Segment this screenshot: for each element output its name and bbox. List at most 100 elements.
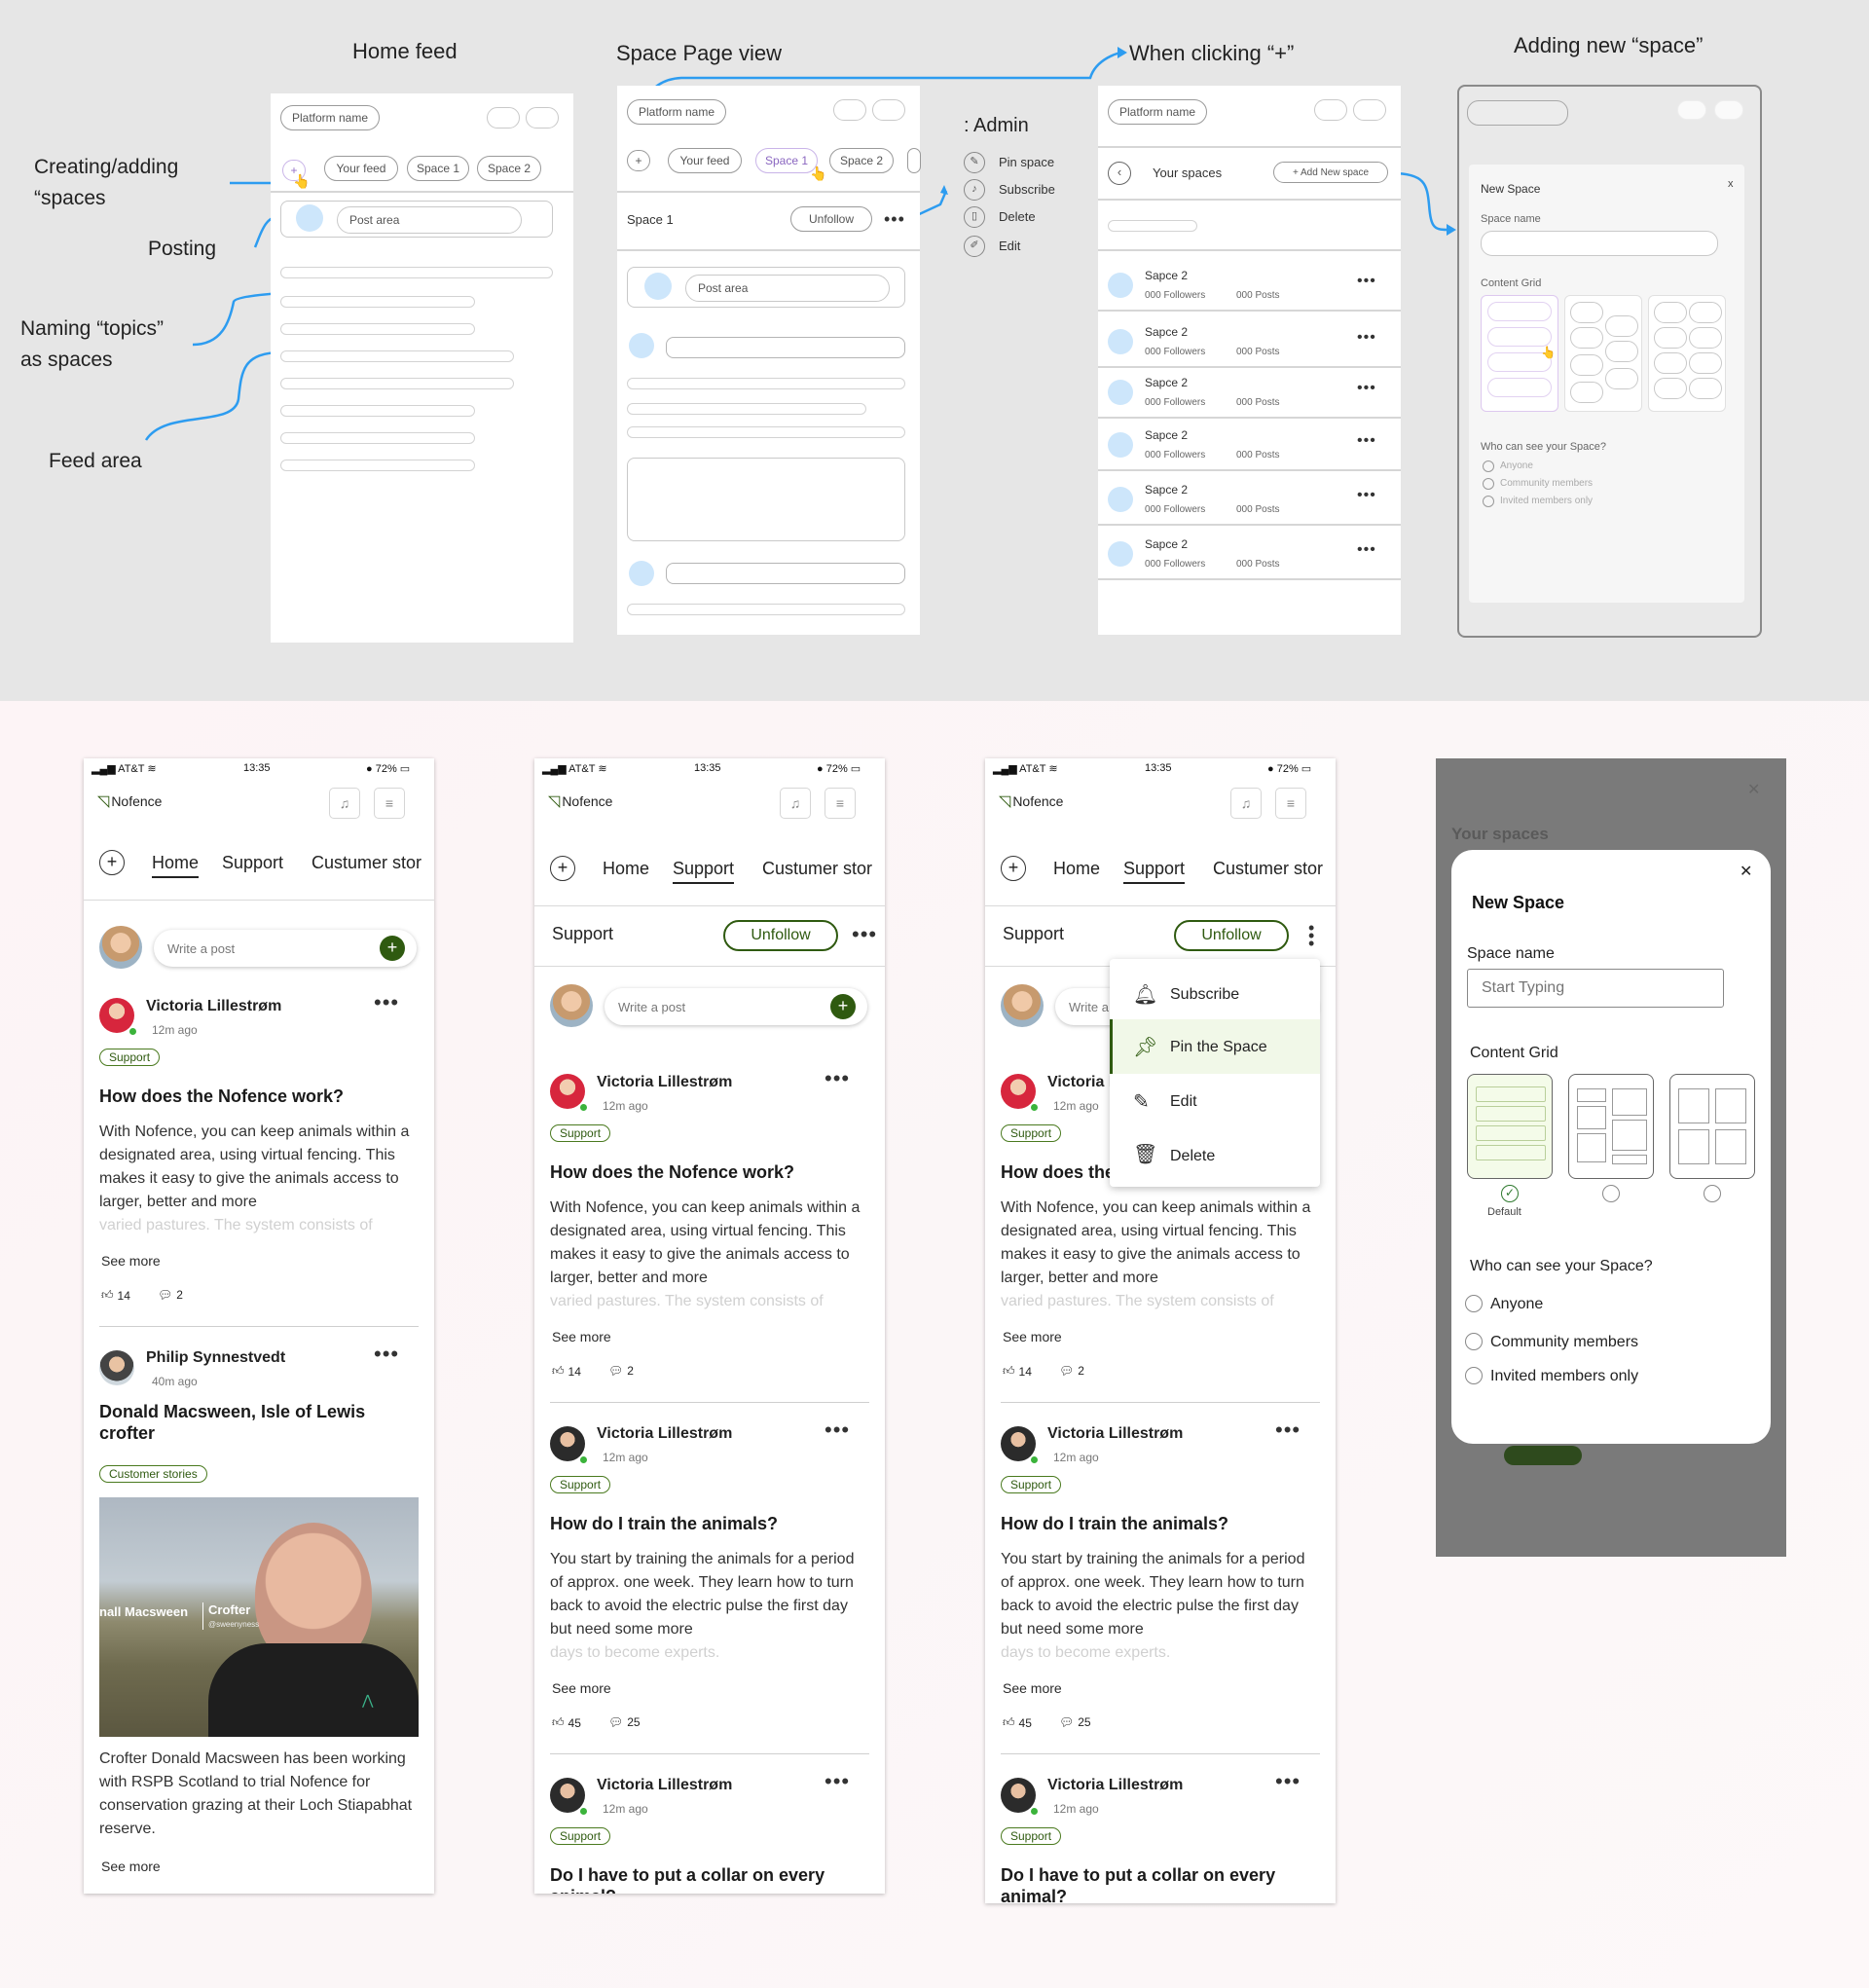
tab-home[interactable]: Home xyxy=(603,859,649,879)
wf-tab-your-feed[interactable]: Your feed xyxy=(668,148,742,173)
bell-icon[interactable]: ♫ xyxy=(329,788,360,819)
like-button[interactable]: 👍︎ 45 xyxy=(552,1715,581,1730)
wf-radio[interactable] xyxy=(1483,460,1494,472)
nofence-logo[interactable]: ◹ Nofence xyxy=(548,792,612,811)
wf-space-name[interactable]: Sapce 2 xyxy=(1145,428,1188,442)
wf-space-more-icon[interactable]: ••• xyxy=(1357,381,1376,396)
close-icon[interactable]: x xyxy=(1728,178,1734,190)
wf-header-btn[interactable] xyxy=(526,107,559,129)
see-more-link[interactable]: See more xyxy=(101,1253,161,1269)
space-name-input[interactable] xyxy=(1467,969,1724,1008)
wf-radio[interactable] xyxy=(1483,478,1494,490)
post-badge[interactable]: Support xyxy=(550,1124,611,1142)
new-post-button[interactable]: + xyxy=(380,936,405,961)
wf-header-btn[interactable] xyxy=(487,107,520,129)
menu-item-delete[interactable]: Delete xyxy=(1170,1148,1215,1165)
like-button[interactable]: 👍︎ 14 xyxy=(1003,1364,1032,1379)
wf-header-btn[interactable] xyxy=(872,99,905,121)
wf-space-more-icon[interactable]: ••• xyxy=(1357,330,1376,346)
grid-option-tiles[interactable] xyxy=(1669,1074,1755,1179)
tab-customer-stories[interactable]: Custumer stor xyxy=(312,853,421,873)
wf-more-icon[interactable]: ••• xyxy=(884,210,905,228)
close-icon[interactable]: ✕ xyxy=(1740,862,1752,881)
post-author[interactable]: Victoria Lillestrøm xyxy=(597,1425,732,1443)
wf-add-new-space[interactable]: + Add New space xyxy=(1273,162,1388,183)
kebab-icon[interactable]: • • • xyxy=(1308,919,1314,952)
see-more-link[interactable]: See more xyxy=(552,1329,611,1344)
like-button[interactable]: 👍︎ 45 xyxy=(1003,1715,1032,1730)
post-more-icon[interactable]: ••• xyxy=(825,1068,850,1089)
comment-button[interactable]: 💬︎ 25 xyxy=(1059,1715,1091,1729)
wf-space-name[interactable]: Sapce 2 xyxy=(1145,325,1188,339)
radio-anyone[interactable] xyxy=(1465,1295,1483,1312)
post-more-icon[interactable]: ••• xyxy=(1275,1419,1301,1441)
wf-header-btn[interactable] xyxy=(1314,99,1347,121)
wf-space-more-icon[interactable]: ••• xyxy=(1357,488,1376,503)
post-badge[interactable]: Support xyxy=(1001,1827,1062,1845)
tab-support[interactable]: Support xyxy=(673,859,735,884)
radio-community[interactable] xyxy=(1465,1333,1483,1350)
menu-item-pin[interactable]: Pin the Space xyxy=(1170,1039,1267,1056)
wf-radio[interactable] xyxy=(1483,496,1494,507)
bell-icon[interactable]: ♫ xyxy=(1230,788,1262,819)
new-post-button[interactable]: + xyxy=(830,994,856,1019)
wf-header-btn[interactable] xyxy=(833,99,866,121)
post-badge[interactable]: Customer stories xyxy=(99,1465,207,1483)
grid-option-mixed[interactable] xyxy=(1568,1074,1654,1179)
post-more-icon[interactable]: ••• xyxy=(825,1771,850,1792)
post-title[interactable]: Do I have to put a collar on every anima… xyxy=(1001,1864,1293,1903)
nofence-logo[interactable]: ◹ Nofence xyxy=(999,792,1063,811)
post-title[interactable]: Do I have to put a collar on every anima… xyxy=(550,1864,842,1894)
menu-item-subscribe[interactable]: Subscribe xyxy=(1170,986,1239,1004)
grid-radio-mixed[interactable] xyxy=(1602,1185,1620,1202)
post-more-icon[interactable]: ••• xyxy=(1275,1771,1301,1792)
wf-tab-space2[interactable]: Space 2 xyxy=(829,148,894,173)
wf-post-area[interactable]: Post area xyxy=(685,275,890,302)
menu-icon[interactable]: ≡ xyxy=(825,788,856,819)
wf-header-btn[interactable] xyxy=(1353,99,1386,121)
post-title[interactable]: How does the Nofence work? xyxy=(550,1161,871,1183)
tab-home[interactable]: Home xyxy=(1053,859,1100,879)
menu-icon[interactable]: ≡ xyxy=(1275,788,1306,819)
see-more-link[interactable]: See more xyxy=(1003,1680,1062,1696)
post-author[interactable]: Victoria Lillestrøm xyxy=(597,1777,732,1794)
wf-header-btn[interactable] xyxy=(1677,100,1706,120)
checkmark-icon[interactable]: ✓ xyxy=(1501,1185,1519,1202)
radio-invited[interactable] xyxy=(1465,1367,1483,1384)
wf-header-btn[interactable] xyxy=(1714,100,1743,120)
tab-support[interactable]: Support xyxy=(1123,859,1186,884)
post-badge[interactable]: Support xyxy=(1001,1476,1062,1493)
post-author[interactable]: Victoria Lillestrøm xyxy=(1047,1425,1183,1443)
comment-button[interactable]: 💬︎ 2 xyxy=(1059,1364,1084,1378)
wf-space-name-input[interactable] xyxy=(1481,231,1718,256)
post-title[interactable]: How does the Nofence work? xyxy=(99,1086,421,1107)
post-title[interactable]: How do I train the animals? xyxy=(550,1513,871,1534)
unfollow-button[interactable]: Unfollow xyxy=(1174,920,1289,951)
post-image[interactable]: ⋀ nall Macsween Crofter @sweenyness xyxy=(99,1497,419,1737)
wf-tab-your-feed[interactable]: Your feed xyxy=(324,156,398,181)
grid-option-list[interactable] xyxy=(1467,1074,1553,1179)
like-button[interactable]: 👍︎ 14 xyxy=(101,1288,130,1303)
wf-post-area[interactable]: Post area xyxy=(337,206,522,234)
wf-space-name[interactable]: Sapce 2 xyxy=(1145,269,1188,282)
post-author[interactable]: Victoria Lillestrøm xyxy=(1047,1777,1183,1794)
comment-button[interactable]: 💬︎ 25 xyxy=(608,1715,641,1729)
tab-home[interactable]: Home xyxy=(152,853,200,878)
space-more-icon[interactable]: ••• xyxy=(852,924,877,945)
see-more-link[interactable]: See more xyxy=(552,1680,611,1696)
grid-radio-tiles[interactable] xyxy=(1704,1185,1721,1202)
wf-space-more-icon[interactable]: ••• xyxy=(1357,274,1376,289)
wf-grid-option-mixed[interactable] xyxy=(1564,295,1642,412)
admin-item-subscribe[interactable]: Subscribe xyxy=(999,182,1055,197)
wf-add-space-button[interactable]: + xyxy=(627,150,650,171)
back-icon[interactable]: ‹ xyxy=(1108,162,1131,185)
post-badge[interactable]: Support xyxy=(99,1049,161,1066)
admin-item-pin[interactable]: Pin space xyxy=(999,155,1054,169)
wf-space-name[interactable]: Sapce 2 xyxy=(1145,537,1188,551)
tab-customer-stories[interactable]: Custumer stor xyxy=(1213,859,1323,879)
wf-space-more-icon[interactable]: ••• xyxy=(1357,433,1376,449)
post-author[interactable]: Victoria Lillestrøm xyxy=(146,998,281,1015)
wf-unfollow-button[interactable]: Unfollow xyxy=(790,206,872,232)
unfollow-button[interactable]: Unfollow xyxy=(723,920,838,951)
post-badge[interactable]: Support xyxy=(550,1827,611,1845)
